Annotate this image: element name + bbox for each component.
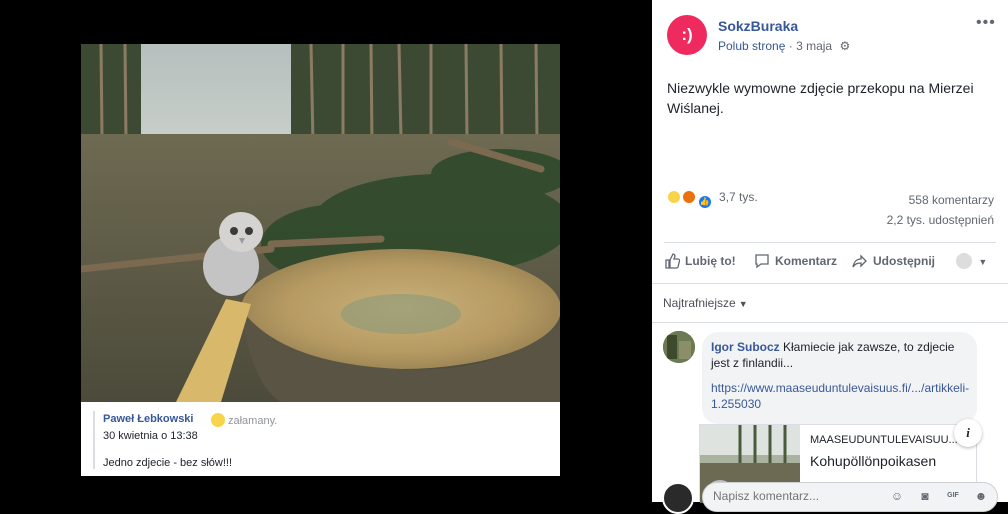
angry-reaction-icon bbox=[682, 190, 697, 204]
action-bar: Lubię to! Komentarz Udostępnij ▼ bbox=[664, 248, 996, 276]
post-sidebar: :) SokzBuraka Polub stronę · 3 maja ⚙ ••… bbox=[652, 0, 1008, 514]
reactions-count: 3,7 tys. bbox=[719, 190, 758, 204]
like-label: Lubię to! bbox=[685, 254, 736, 268]
shared-author[interactable]: Paweł Łebkowski bbox=[103, 413, 193, 425]
comment-author[interactable]: Igor Subocz bbox=[711, 340, 780, 354]
comment-label: Komentarz bbox=[775, 254, 838, 268]
gear-icon[interactable]: ⚙ bbox=[839, 39, 850, 53]
comment-input[interactable] bbox=[713, 489, 883, 503]
reactions-summary[interactable]: 👍 3,7 tys. bbox=[667, 190, 758, 209]
quote-bar bbox=[93, 411, 95, 469]
link-title: Kohupöllönpoikasen bbox=[810, 453, 937, 469]
thumbs-up-icon bbox=[665, 253, 680, 269]
sad-emoji-icon bbox=[211, 413, 225, 427]
shared-feeling: załamany. bbox=[211, 413, 277, 427]
comment-sort-dropdown[interactable]: Najtrafniejsze ▼ bbox=[663, 296, 748, 310]
sort-label: Najtrafniejsze bbox=[663, 296, 736, 310]
reaction-as-selector[interactable]: ▼ bbox=[956, 253, 987, 269]
info-icon[interactable]: i bbox=[954, 419, 982, 447]
post-time[interactable]: 3 maja bbox=[796, 39, 832, 53]
chevron-down-icon: ▼ bbox=[978, 257, 988, 267]
more-options-icon[interactable]: ••• bbox=[976, 14, 996, 32]
shared-text: Jedno zdjecie - bez słów!!! bbox=[103, 457, 233, 469]
page-name[interactable]: SokzBuraka bbox=[718, 18, 798, 34]
divider bbox=[652, 283, 1008, 284]
like-reaction-icon: 👍 bbox=[697, 195, 712, 209]
post-meta: Polub stronę · 3 maja ⚙ bbox=[718, 39, 850, 53]
profile-mini-icon bbox=[956, 253, 972, 269]
shares-count[interactable]: 2,2 tys. udostępnień bbox=[887, 213, 994, 227]
comment-text: Igor Subocz Kłamiecie jak zawsze, to zdj… bbox=[711, 339, 961, 371]
like-button[interactable]: Lubię to! bbox=[664, 253, 736, 269]
link-domain: MAASEUDUNTULEVAISUU... bbox=[810, 434, 958, 446]
share-label: Udostępnij bbox=[873, 254, 935, 268]
caret-down-icon: ▼ bbox=[738, 299, 748, 309]
comment-button[interactable]: Komentarz bbox=[754, 253, 837, 269]
meta-separator: · bbox=[788, 39, 793, 53]
comment-composer[interactable]: ☺ ◙ GIF ☻ bbox=[702, 482, 998, 512]
share-button[interactable]: Udostępnij bbox=[852, 253, 935, 269]
commenter-photo bbox=[663, 331, 695, 363]
shared-date: 30 kwietnia o 13:38 bbox=[103, 430, 198, 442]
shared-feeling-text: załamany. bbox=[228, 415, 278, 427]
own-avatar bbox=[662, 482, 694, 514]
commenter-avatar[interactable] bbox=[663, 331, 695, 363]
shared-post-quote: Paweł Łebkowski załamany. 30 kwietnia o … bbox=[81, 402, 560, 476]
comments-count[interactable]: 558 komentarzy bbox=[909, 193, 994, 207]
photo-theater: Paweł Łebkowski załamany. 30 kwietnia o … bbox=[0, 0, 652, 502]
like-page-link[interactable]: Polub stronę bbox=[718, 39, 785, 53]
share-icon bbox=[852, 254, 867, 268]
page-avatar[interactable]: :) bbox=[667, 15, 707, 55]
post-text: Niezwykle wymowne zdjęcie przekopu na Mi… bbox=[667, 80, 974, 116]
sad-reaction-icon bbox=[667, 190, 681, 204]
post-photo[interactable]: Paweł Łebkowski załamany. 30 kwietnia o … bbox=[81, 44, 560, 476]
divider bbox=[664, 242, 996, 243]
comment-link[interactable]: https://www.maaseuduntulevaisuus.fi/.../… bbox=[711, 380, 969, 412]
comment-bubble: Igor Subocz Kłamiecie jak zawsze, to zdj… bbox=[702, 332, 977, 424]
comment-icon bbox=[755, 254, 769, 269]
divider bbox=[652, 322, 1008, 323]
forest-clearing-image bbox=[81, 44, 560, 402]
